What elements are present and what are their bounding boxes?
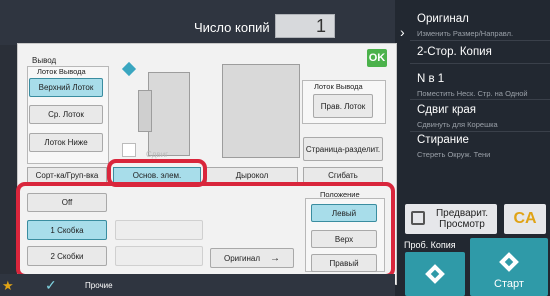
preview-label: Предварит. Просмотр <box>435 208 489 230</box>
tab-fold[interactable]: Сгибать <box>303 167 383 183</box>
start-button[interactable]: Старт <box>470 238 548 296</box>
tab-sort-group[interactable]: Сорт-ка/Груп-вка <box>27 167 107 183</box>
divider <box>410 131 550 132</box>
divider <box>410 99 550 100</box>
proof-copy-button[interactable] <box>405 252 465 296</box>
start-label: Старт <box>494 278 524 290</box>
lower-tray-button[interactable]: Лоток Ниже <box>29 133 103 152</box>
highlight-staple-area <box>16 182 395 278</box>
ok-button[interactable]: OK <box>367 49 387 67</box>
left-tray-title: Лоток Вывода <box>37 67 86 76</box>
finisher-illustration <box>148 72 190 156</box>
offset-checkbox[interactable] <box>122 143 136 157</box>
rp-n-in-1-sub: Поместить Неск. Стр. на Одной <box>417 89 528 98</box>
divider <box>410 63 550 64</box>
rp-n-in-1[interactable]: N в 1 <box>417 73 444 85</box>
preview-button[interactable]: Предварит. Просмотр <box>405 204 497 234</box>
dialog-title: Вывод <box>32 56 57 65</box>
rp-margin-shift[interactable]: Сдвиг края <box>417 104 476 116</box>
page-separator-button[interactable]: Страница-разделит. <box>303 137 383 161</box>
clear-all-button[interactable]: CA <box>504 204 546 234</box>
rp-original[interactable]: Оригинал <box>417 13 469 25</box>
tab-punch[interactable]: Дырокол <box>206 167 298 183</box>
diamond-icon <box>425 264 445 284</box>
star-icon[interactable]: ★ <box>2 278 14 294</box>
copier-illustration <box>222 64 300 158</box>
diamond-icon <box>499 252 519 272</box>
rp-erase-sub: Стереть Окруж. Тени <box>417 150 491 159</box>
top-tray-button[interactable]: Верхний Лоток <box>29 78 103 97</box>
bottom-bar <box>0 274 395 296</box>
rp-original-sub: Изменить Размер/Направл. <box>417 29 514 38</box>
tray-illustration <box>138 90 152 132</box>
rp-duplex[interactable]: 2-Стор. Копия <box>417 46 492 58</box>
offset-label: Сдвиг <box>146 150 169 159</box>
middle-tray-button[interactable]: Ср. Лоток <box>29 105 103 124</box>
copies-input[interactable]: 1 <box>275 14 335 38</box>
divider <box>410 40 550 41</box>
check-icon[interactable]: ✓ <box>45 277 57 294</box>
other-button[interactable]: Прочие <box>85 281 113 290</box>
copies-label: Число копий <box>194 20 270 35</box>
proof-copy-label: Проб. Копия <box>404 240 456 250</box>
chevron-right-icon[interactable]: › <box>400 24 405 40</box>
rp-erase[interactable]: Стирание <box>417 134 469 146</box>
preview-icon <box>411 211 425 225</box>
rp-margin-shift-sub: Сдвинуть для Корешка <box>417 120 498 129</box>
right-tray-title: Лоток Вывода <box>314 82 363 91</box>
right-tray-button[interactable]: Прав. Лоток <box>313 94 373 118</box>
